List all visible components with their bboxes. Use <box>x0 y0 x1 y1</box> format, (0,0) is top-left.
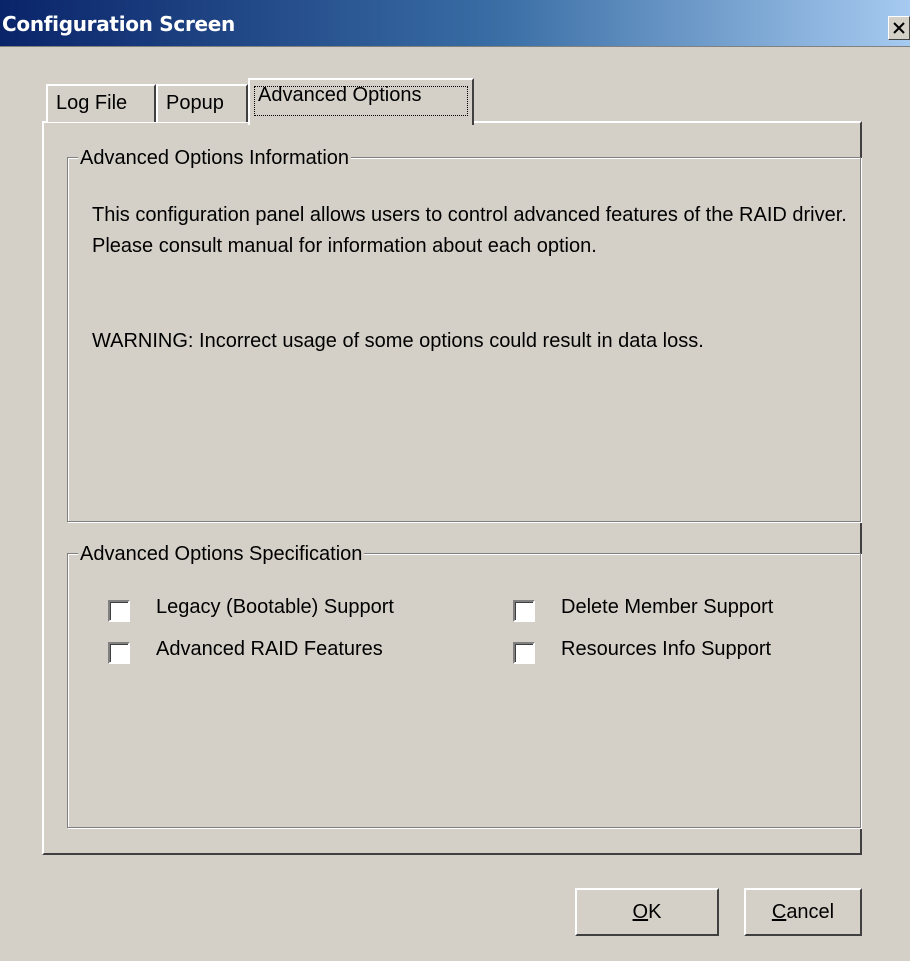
cancel-button[interactable]: Cancel <box>744 888 862 936</box>
spec-group-legend: Advanced Options Specification <box>78 543 365 566</box>
tab-label: Log File <box>56 92 128 114</box>
tab-popup[interactable]: Popup <box>156 84 248 122</box>
close-icon <box>893 22 905 34</box>
checkbox-label[interactable]: Resources Info Support <box>561 638 771 661</box>
tab-label: Popup <box>166 92 224 114</box>
spec-groupbox <box>67 553 861 828</box>
info-description: This configuration panel allows users to… <box>92 204 847 257</box>
ok-button[interactable]: OK <box>575 888 719 936</box>
ok-button-label: OK <box>632 900 662 923</box>
checkbox-delete-member[interactable] <box>513 600 535 622</box>
checkbox-advanced-raid[interactable] <box>108 642 130 664</box>
tab-label: Advanced Options <box>258 84 422 106</box>
info-warning: WARNING: Incorrect usage of some options… <box>92 330 704 352</box>
title-bar: Configuration Screen <box>0 0 910 47</box>
checkbox-label[interactable]: Advanced RAID Features <box>156 638 383 661</box>
close-button[interactable] <box>888 16 910 40</box>
checkbox-label[interactable]: Legacy (Bootable) Support <box>156 596 394 619</box>
tab-advanced-options[interactable]: Advanced Options <box>248 78 474 125</box>
checkbox-legacy-bootable[interactable] <box>108 600 130 622</box>
window-title: Configuration Screen <box>2 12 235 36</box>
cancel-button-label: Cancel <box>771 900 835 923</box>
checkbox-label[interactable]: Delete Member Support <box>561 596 773 619</box>
checkbox-resources-info[interactable] <box>513 642 535 664</box>
info-group-legend: Advanced Options Information <box>78 147 352 170</box>
tab-log-file[interactable]: Log File <box>46 84 156 122</box>
